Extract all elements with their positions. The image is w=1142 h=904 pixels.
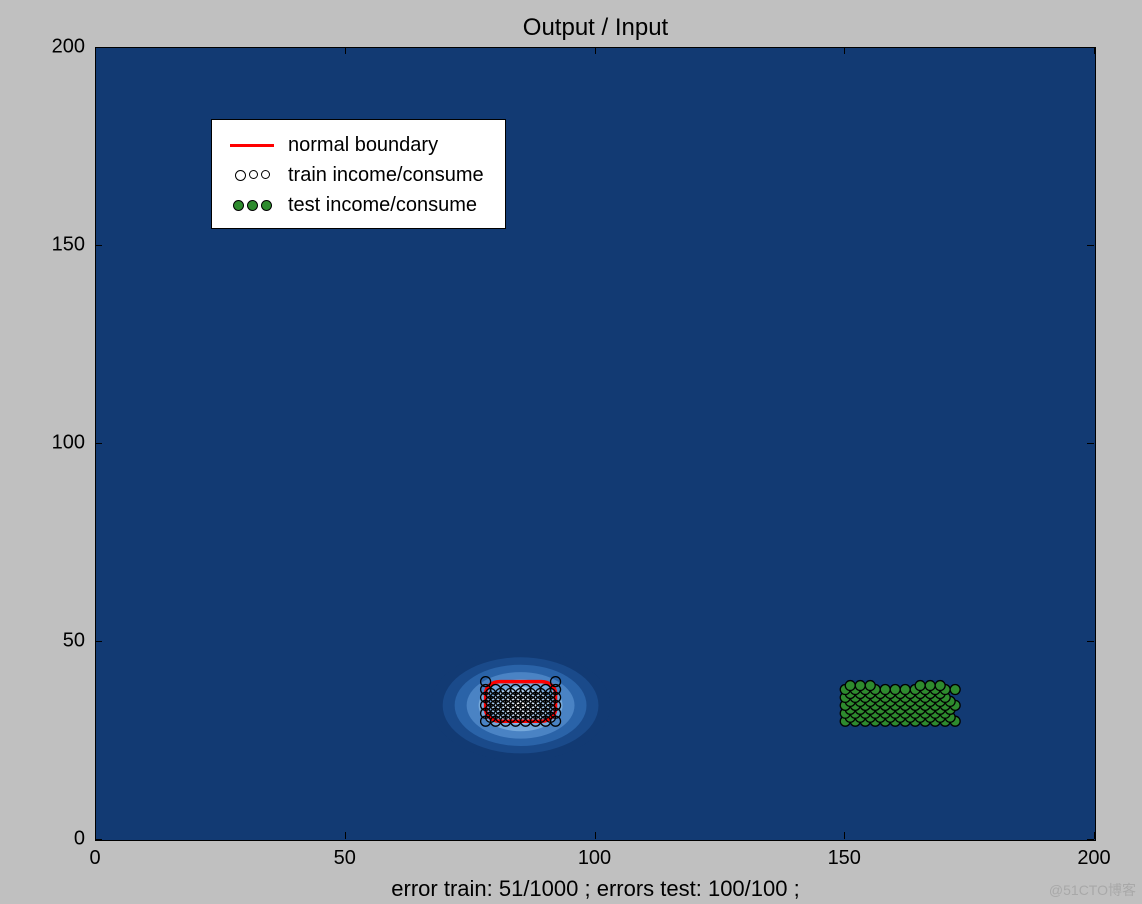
legend-filled-circles <box>233 200 272 211</box>
legend-entry-boundary: normal boundary <box>224 130 493 160</box>
y-tick-label: 0 <box>25 828 85 851</box>
y-tick-label: 200 <box>25 36 85 59</box>
y-tick-label: 50 <box>25 630 85 653</box>
x-axis-label: error train: 51/1000 ; errors test: 100/… <box>95 876 1096 902</box>
legend-line-swatch <box>230 144 274 147</box>
legend-open-circles <box>235 170 270 181</box>
plot-area: normal boundary train income/consume tes… <box>95 47 1096 841</box>
legend-entry-test: test income/consume <box>224 190 493 220</box>
x-tick-label: 0 <box>89 847 100 870</box>
legend-entry-train: train income/consume <box>224 160 493 190</box>
y-tick-label: 100 <box>25 432 85 455</box>
legend-label: normal boundary <box>288 134 438 157</box>
legend: normal boundary train income/consume tes… <box>211 119 506 229</box>
x-tick-label: 100 <box>578 847 611 870</box>
y-tick-label: 150 <box>25 234 85 257</box>
chart-title: Output / Input <box>95 14 1096 42</box>
x-tick-label: 150 <box>828 847 861 870</box>
legend-label: train income/consume <box>288 164 484 187</box>
x-tick-label: 50 <box>334 847 356 870</box>
watermark: @51CTO博客 <box>1049 880 1136 900</box>
x-tick-label: 200 <box>1077 847 1110 870</box>
legend-label: test income/consume <box>288 194 477 217</box>
